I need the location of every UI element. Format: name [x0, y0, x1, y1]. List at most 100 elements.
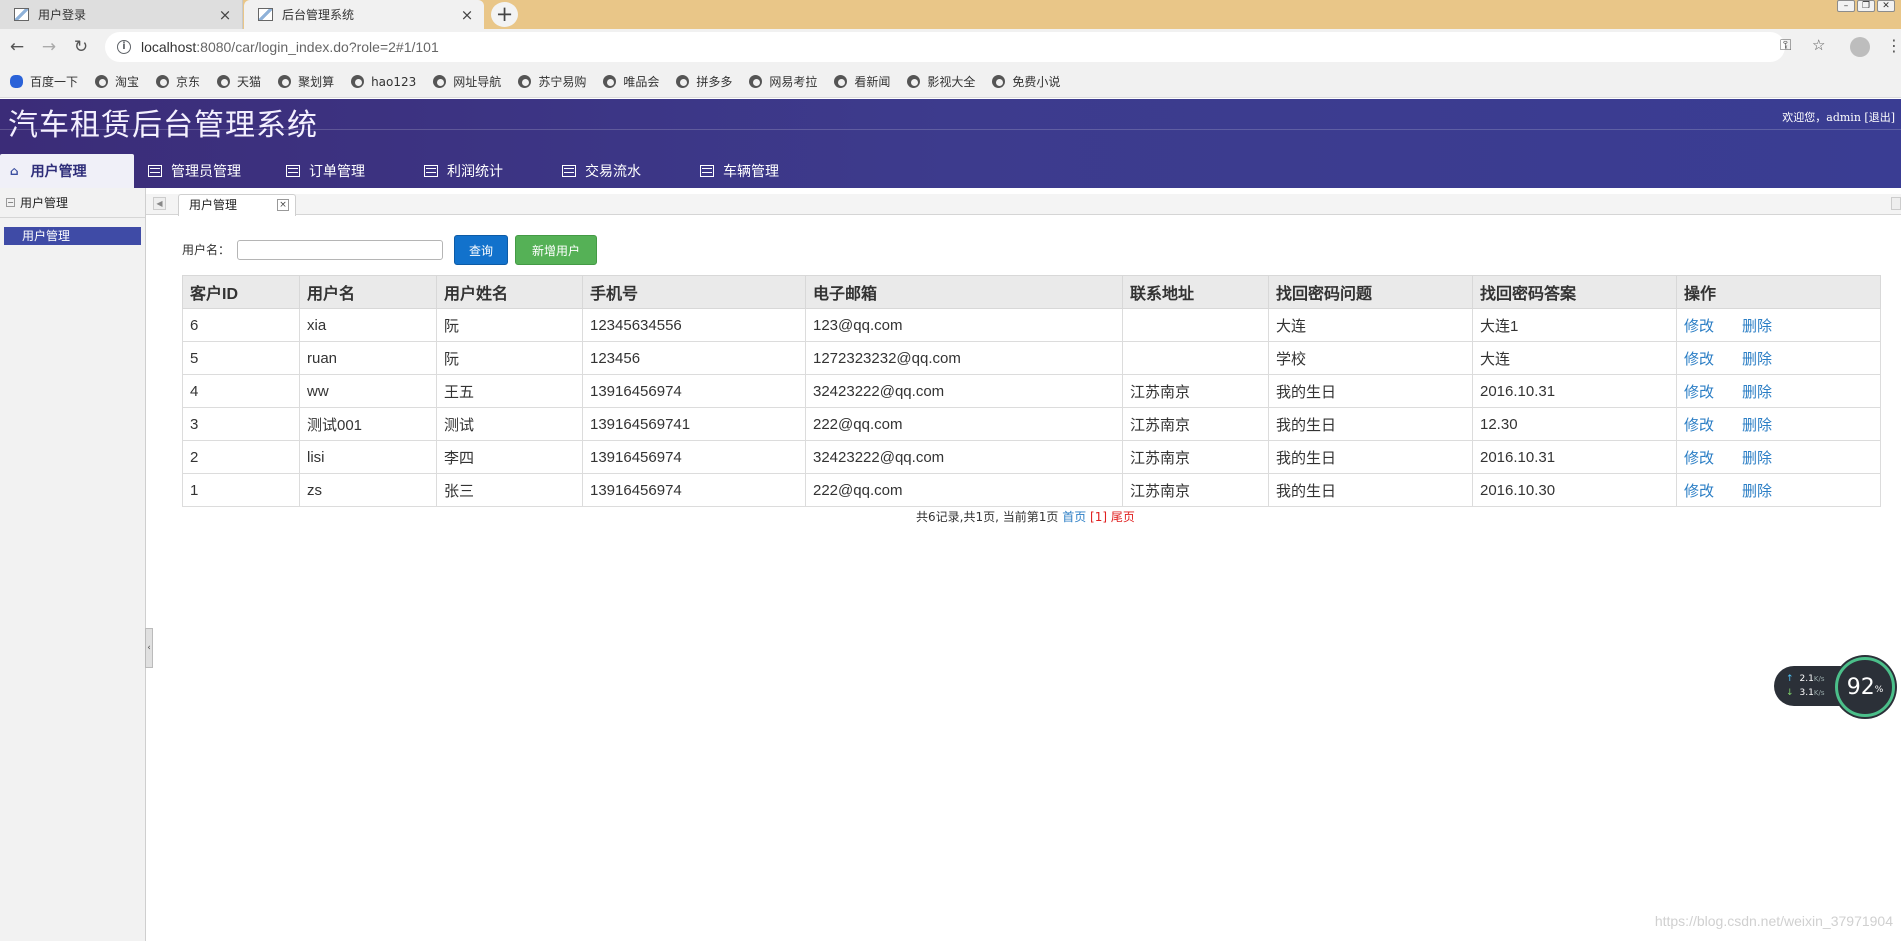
globe-icon: [156, 75, 170, 88]
bookmark-item[interactable]: 百度一下: [10, 73, 78, 90]
app-title: 汽车租赁后台管理系统: [8, 108, 318, 143]
memory-usage-gauge[interactable]: 92%: [1835, 657, 1895, 717]
table-actions-cell: 修改 删除: [1676, 341, 1881, 375]
bookmark-item[interactable]: 聚划算: [278, 73, 334, 90]
username-search-input[interactable]: [237, 240, 443, 260]
table-cell: 阮: [436, 341, 583, 375]
close-icon[interactable]: ×: [460, 6, 474, 24]
delete-link[interactable]: 删除: [1742, 483, 1772, 500]
column-header: 电子邮箱: [805, 275, 1123, 309]
edit-link[interactable]: 修改: [1684, 384, 1714, 401]
sidebar-item-user-management[interactable]: 用户管理: [4, 227, 141, 245]
table-cell: 江苏南京: [1122, 473, 1269, 507]
bookmark-item[interactable]: 京东: [156, 73, 200, 90]
restore-icon[interactable]: ❐: [1857, 0, 1875, 12]
sidebar-toggle-handle[interactable]: ‹: [145, 628, 153, 668]
delete-link[interactable]: 删除: [1742, 417, 1772, 434]
table-cell: 139164569741: [582, 407, 806, 441]
bookmark-item[interactable]: 网址导航: [433, 73, 501, 90]
table-cell: 江苏南京: [1122, 374, 1269, 408]
table-row: 1 zs 张三 13916456974 222@qq.com 江苏南京 我的生日…: [182, 473, 1881, 507]
logout-link[interactable]: [退出]: [1864, 111, 1895, 124]
scroll-left-icon[interactable]: ◀: [153, 197, 166, 210]
app-header: 汽车租赁后台管理系统 欢迎您，admin [退出] ⌂ 用户管理 管理员管理 订…: [0, 99, 1901, 188]
bookmark-item[interactable]: 淘宝: [95, 73, 139, 90]
edit-link[interactable]: 修改: [1684, 318, 1714, 335]
baidu-paw-icon: [10, 75, 23, 88]
close-window-icon[interactable]: ✕: [1877, 0, 1895, 12]
edit-link[interactable]: 修改: [1684, 351, 1714, 368]
info-icon[interactable]: i: [117, 40, 131, 54]
browser-tab-label: 用户登录: [38, 8, 87, 22]
reload-icon[interactable]: ↻: [70, 36, 92, 58]
globe-icon: [217, 75, 231, 88]
forward-icon[interactable]: →: [38, 36, 60, 58]
list-icon: [700, 165, 714, 177]
close-icon[interactable]: ×: [218, 6, 232, 24]
nav-transactions[interactable]: 交易流水: [552, 154, 690, 188]
delete-link[interactable]: 删除: [1742, 384, 1772, 401]
bookmark-item[interactable]: 拼多多: [676, 73, 732, 90]
globe-icon: [278, 75, 292, 88]
bookmark-item[interactable]: 看新闻: [834, 73, 890, 90]
last-page-link[interactable]: 尾页: [1111, 510, 1135, 524]
list-icon: [148, 165, 162, 177]
bookmark-item[interactable]: 天猫: [217, 73, 261, 90]
table-cell: 我的生日: [1268, 473, 1473, 507]
query-button[interactable]: 查询: [454, 235, 508, 265]
url-field[interactable]: i localhost:8080/car/login_index.do?role…: [105, 32, 1785, 62]
browser-tab-login[interactable]: 用户登录 ×: [0, 0, 243, 29]
bookmark-item[interactable]: 苏宁易购: [518, 73, 586, 90]
list-icon: [424, 165, 438, 177]
table-cell: 1: [182, 473, 300, 507]
bookmark-item[interactable]: hao123: [351, 75, 416, 89]
content-tab-user-management[interactable]: 用户管理 ×: [178, 194, 296, 216]
current-page-link[interactable]: [1]: [1090, 510, 1107, 524]
collapse-icon[interactable]: −: [6, 198, 15, 207]
back-icon[interactable]: ←: [6, 36, 28, 58]
table-cell: 阮: [436, 308, 583, 342]
table-cell: [1122, 308, 1269, 342]
sidebar: − 用户管理 用户管理: [0, 188, 146, 941]
table-cell: 王五: [436, 374, 583, 408]
bookmark-item[interactable]: 影视大全: [907, 73, 975, 90]
nav-profit-statistics[interactable]: 利润统计: [414, 154, 552, 188]
edit-link[interactable]: 修改: [1684, 483, 1714, 500]
table-row: 3 测试001 测试 139164569741 222@qq.com 江苏南京 …: [182, 407, 1881, 441]
user-table: 客户ID 用户名 用户姓名 手机号 电子邮箱 联系地址 找回密码问题 找回密码答…: [182, 275, 1881, 507]
bookmarks-bar: 百度一下 淘宝 京东 天猫 聚划算 hao123 网址导航 苏宁易购 唯品会 拼…: [0, 66, 1901, 98]
nav-order-management[interactable]: 订单管理: [276, 154, 414, 188]
nav-vehicle-management[interactable]: 车辆管理: [690, 154, 828, 188]
star-icon[interactable]: ☆: [1812, 36, 1825, 54]
edit-link[interactable]: 修改: [1684, 450, 1714, 467]
add-user-button[interactable]: 新增用户: [515, 235, 597, 265]
column-header: 找回密码问题: [1268, 275, 1473, 309]
bookmark-item[interactable]: 网易考拉: [749, 73, 817, 90]
nav-user-management[interactable]: ⌂ 用户管理: [0, 154, 134, 188]
first-page-link[interactable]: 首页: [1062, 510, 1086, 524]
table-cell: 3: [182, 407, 300, 441]
delete-link[interactable]: 删除: [1742, 351, 1772, 368]
key-icon[interactable]: ⚿: [1780, 36, 1791, 54]
scroll-right-icon[interactable]: [1891, 197, 1901, 210]
table-actions-cell: 修改 删除: [1676, 308, 1881, 342]
menu-dots-icon[interactable]: ⋮: [1886, 36, 1901, 55]
table-cell: [1122, 341, 1269, 375]
delete-link[interactable]: 删除: [1742, 318, 1772, 335]
nav-admin-management[interactable]: 管理员管理: [138, 154, 276, 188]
profile-avatar-icon[interactable]: [1850, 37, 1870, 57]
bookmark-item[interactable]: 唯品会: [603, 73, 659, 90]
edit-link[interactable]: 修改: [1684, 417, 1714, 434]
globe-icon: [518, 75, 532, 88]
table-cell: 6: [182, 308, 300, 342]
browser-tab-admin[interactable]: 后台管理系统 ×: [244, 0, 484, 29]
sidebar-section-header[interactable]: − 用户管理: [0, 188, 145, 218]
delete-link[interactable]: 删除: [1742, 450, 1772, 467]
new-tab-button[interactable]: +: [491, 2, 518, 27]
table-cell: lisi: [299, 440, 437, 474]
table-actions-cell: 修改 删除: [1676, 407, 1881, 441]
bookmark-item[interactable]: 免费小说: [992, 73, 1060, 90]
pagination-summary: 共6记录,共1页, 当前第1页: [916, 510, 1059, 524]
close-icon[interactable]: ×: [277, 199, 289, 211]
minimize-icon[interactable]: –: [1837, 0, 1855, 12]
